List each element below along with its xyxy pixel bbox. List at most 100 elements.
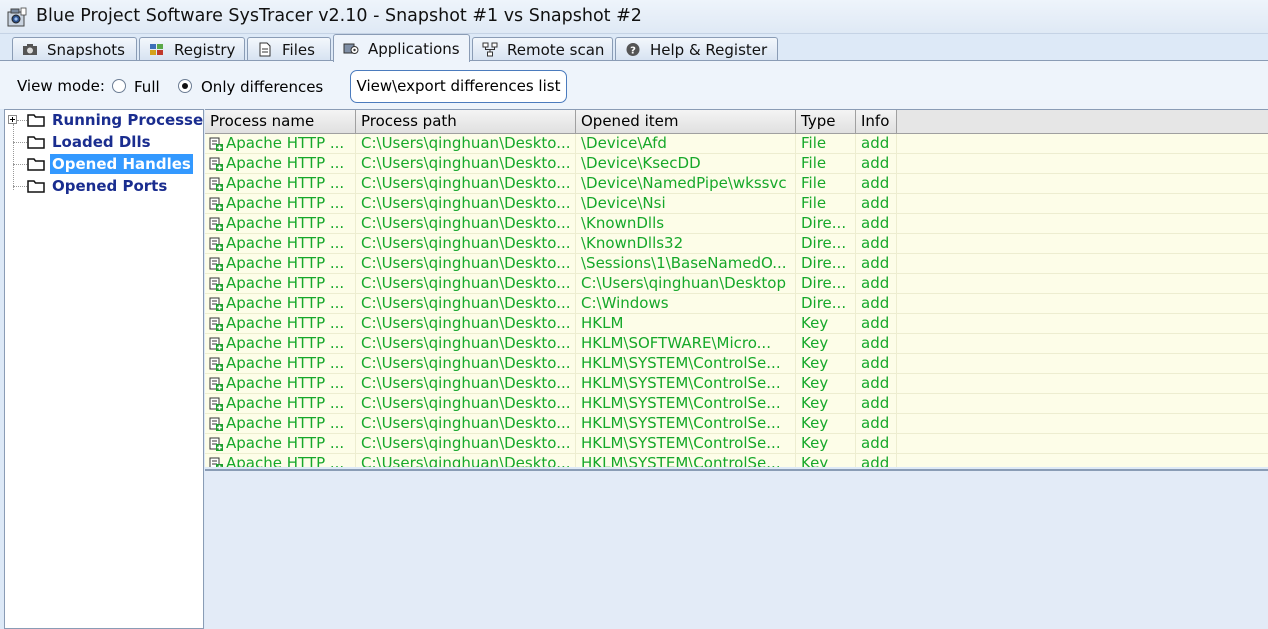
table-row[interactable]: Apache HTTP ... C:\Users\qinghuan\Deskto.… xyxy=(205,214,1268,234)
view-mode-full-label[interactable]: Full xyxy=(134,78,160,96)
tree-connector xyxy=(17,120,27,121)
cell-process-path: C:\Users\qinghuan\Deskto... xyxy=(356,174,576,194)
tree-connector xyxy=(13,142,27,143)
table-row[interactable]: Apache HTTP ... C:\Users\qinghuan\Deskto.… xyxy=(205,174,1268,194)
folder-icon xyxy=(27,180,45,193)
network-icon xyxy=(482,42,498,57)
cell-text: Apache HTTP ... xyxy=(226,314,345,332)
added-item-icon xyxy=(209,457,223,467)
tab-files[interactable]: Files xyxy=(247,37,331,61)
added-item-icon xyxy=(209,257,223,271)
cell-type: Key xyxy=(796,454,856,467)
cell-process-path: C:\Users\qinghuan\Deskto... xyxy=(356,374,576,394)
tree-connector xyxy=(13,186,27,187)
cell-process-path: C:\Users\qinghuan\Deskto... xyxy=(356,454,576,467)
table-row[interactable]: Apache HTTP ... C:\Users\qinghuan\Deskto.… xyxy=(205,254,1268,274)
cell-text: Apache HTTP ... xyxy=(226,374,345,392)
column-header-process-path[interactable]: Process path xyxy=(356,110,576,133)
cell-opened-item: HKLM\SYSTEM\ControlSe... xyxy=(576,354,796,374)
cell-process-name: Apache HTTP ... xyxy=(205,314,356,334)
cell-info: add xyxy=(856,354,897,374)
tab-applications[interactable]: Applications xyxy=(333,34,470,62)
cell-type: Dire... xyxy=(796,274,856,294)
export-differences-button[interactable]: View\export differences list xyxy=(350,70,567,103)
cell-type: Key xyxy=(796,394,856,414)
table-row[interactable]: Apache HTTP ... C:\Users\qinghuan\Deskto.… xyxy=(205,194,1268,214)
cell-text: Apache HTTP ... xyxy=(226,194,345,212)
table-row[interactable]: Apache HTTP ... C:\Users\qinghuan\Deskto.… xyxy=(205,314,1268,334)
cell-process-name: Apache HTTP ... xyxy=(205,434,356,454)
cell-opened-item: C:\Windows xyxy=(576,294,796,314)
cell-process-path: C:\Users\qinghuan\Deskto... xyxy=(356,254,576,274)
cell-info: add xyxy=(856,214,897,234)
svg-text:?: ? xyxy=(630,46,636,57)
cell-info: add xyxy=(856,294,897,314)
table-row[interactable]: Apache HTTP ... C:\Users\qinghuan\Deskto.… xyxy=(205,154,1268,174)
cell-process-name: Apache HTTP ... xyxy=(205,154,356,174)
tree-connector xyxy=(13,124,14,190)
cell-process-path: C:\Users\qinghuan\Deskto... xyxy=(356,434,576,454)
cell-info: add xyxy=(856,454,897,467)
added-item-icon xyxy=(209,177,223,191)
view-mode-differences-radio[interactable] xyxy=(178,79,192,93)
cell-process-path: C:\Users\qinghuan\Deskto... xyxy=(356,354,576,374)
added-item-icon xyxy=(209,217,223,231)
cell-info: add xyxy=(856,414,897,434)
cell-process-name: Apache HTTP ... xyxy=(205,254,356,274)
cell-process-path: C:\Users\qinghuan\Deskto... xyxy=(356,214,576,234)
table-row[interactable]: Apache HTTP ... C:\Users\qinghuan\Deskto.… xyxy=(205,274,1268,294)
cell-opened-item: \KnownDlls32 xyxy=(576,234,796,254)
table-row[interactable]: Apache HTTP ... C:\Users\qinghuan\Deskto.… xyxy=(205,234,1268,254)
table-row[interactable]: Apache HTTP ... C:\Users\qinghuan\Deskto.… xyxy=(205,334,1268,354)
cell-process-path: C:\Users\qinghuan\Deskto... xyxy=(356,134,576,154)
tab-snapshots[interactable]: Snapshots xyxy=(12,37,137,61)
cell-text: Apache HTTP ... xyxy=(226,254,345,272)
view-mode-full-radio[interactable] xyxy=(112,79,126,93)
cell-type: Key xyxy=(796,314,856,334)
tab-help-register[interactable]: ? Help & Register xyxy=(615,37,778,61)
differences-grid: Process name Process path Opened item Ty… xyxy=(205,109,1268,467)
table-row[interactable]: Apache HTTP ... C:\Users\qinghuan\Deskto.… xyxy=(205,394,1268,414)
cell-info: add xyxy=(856,314,897,334)
title-bar: Blue Project Software SysTracer v2.10 - … xyxy=(0,0,1268,34)
cell-type: Dire... xyxy=(796,234,856,254)
cell-type: Dire... xyxy=(796,214,856,234)
cell-info: add xyxy=(856,374,897,394)
table-row[interactable]: Apache HTTP ... C:\Users\qinghuan\Deskto.… xyxy=(205,434,1268,454)
folder-icon xyxy=(27,114,45,127)
column-header-process-name[interactable]: Process name xyxy=(205,110,356,133)
view-mode-differences-label[interactable]: Only differences xyxy=(201,78,323,96)
cell-text: Apache HTTP ... xyxy=(226,174,345,192)
cell-type: File xyxy=(796,154,856,174)
table-row[interactable]: Apache HTTP ... C:\Users\qinghuan\Deskto.… xyxy=(205,354,1268,374)
tab-registry[interactable]: Registry xyxy=(139,37,245,61)
table-row[interactable]: Apache HTTP ... C:\Users\qinghuan\Deskto.… xyxy=(205,374,1268,394)
tab-remote-scan[interactable]: Remote scan xyxy=(472,37,613,61)
added-item-icon xyxy=(209,357,223,371)
cell-text: Apache HTTP ... xyxy=(226,394,345,412)
table-row[interactable]: Apache HTTP ... C:\Users\qinghuan\Deskto.… xyxy=(205,134,1268,154)
table-row[interactable]: Apache HTTP ... C:\Users\qinghuan\Deskto.… xyxy=(205,294,1268,314)
cell-info: add xyxy=(856,194,897,214)
table-row[interactable]: Apache HTTP ... C:\Users\qinghuan\Deskto.… xyxy=(205,454,1268,467)
cell-opened-item: HKLM\SYSTEM\ControlSe... xyxy=(576,434,796,454)
column-header-opened-item[interactable]: Opened item xyxy=(576,110,796,133)
applications-icon xyxy=(343,43,359,54)
cell-process-path: C:\Users\qinghuan\Deskto... xyxy=(356,334,576,354)
cell-type: Key xyxy=(796,354,856,374)
column-header-info[interactable]: Info xyxy=(856,110,897,133)
cell-type: Key xyxy=(796,434,856,454)
cell-info: add xyxy=(856,234,897,254)
cell-process-name: Apache HTTP ... xyxy=(205,454,356,467)
added-item-icon xyxy=(209,317,223,331)
table-row[interactable]: Apache HTTP ... C:\Users\qinghuan\Deskto.… xyxy=(205,414,1268,434)
cell-process-path: C:\Users\qinghuan\Deskto... xyxy=(356,194,576,214)
expand-icon[interactable] xyxy=(8,115,17,124)
cell-info: add xyxy=(856,134,897,154)
cell-type: File xyxy=(796,174,856,194)
cell-info: add xyxy=(856,434,897,454)
added-item-icon xyxy=(209,237,223,251)
column-header-type[interactable]: Type xyxy=(796,110,856,133)
cell-opened-item: HKLM\SYSTEM\ControlSe... xyxy=(576,394,796,414)
cell-process-path: C:\Users\qinghuan\Deskto... xyxy=(356,314,576,334)
